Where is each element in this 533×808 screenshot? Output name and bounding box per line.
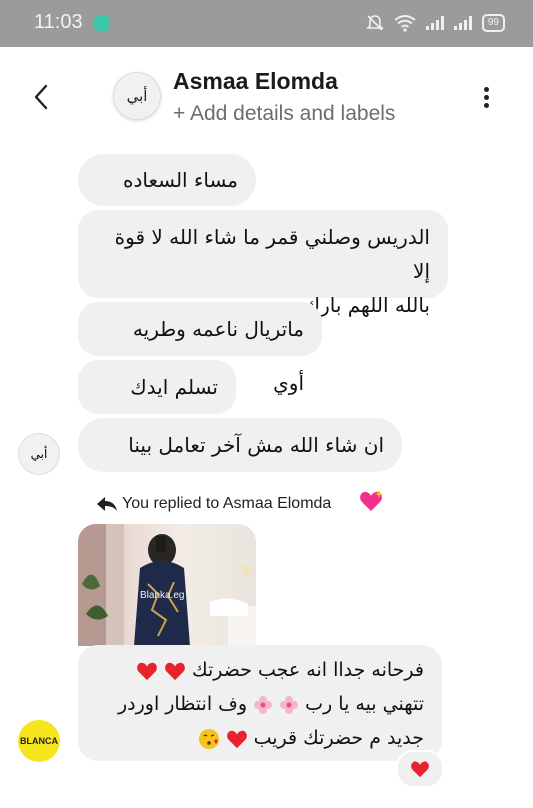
battery-indicator: 99 bbox=[481, 14, 505, 32]
message-bubble[interactable]: فرحانه جداا انه عجب حضرتك تتهني بيه يا ر… bbox=[78, 645, 442, 761]
photo-watermark: Blanka.eg bbox=[140, 590, 185, 601]
contact-avatar-small[interactable]: أبي bbox=[18, 433, 60, 475]
reaction-badge[interactable] bbox=[396, 750, 444, 788]
message-bubble[interactable]: ماتريال ناعمه وطريه أوي bbox=[78, 302, 322, 395]
contact-avatar[interactable]: أبي bbox=[113, 72, 161, 120]
message-bubble[interactable]: ان شاء الله مش آخر تعامل بينا bbox=[78, 418, 402, 511]
photo-image bbox=[78, 524, 256, 646]
chat-header: أبي Asmaa Elomda + Add details and label… bbox=[0, 47, 533, 147]
reply-indicator: You replied to Asmaa Elomda bbox=[96, 495, 331, 513]
contact-name[interactable]: Asmaa Elomda bbox=[173, 68, 338, 95]
reply-arrow-icon bbox=[97, 497, 117, 511]
sparkle-heart-icon bbox=[360, 489, 383, 511]
message-line: تتهني بيه يا رب وف انتظار اوردر bbox=[96, 687, 424, 721]
blossom-icon bbox=[280, 695, 299, 714]
blossom-icon bbox=[254, 695, 273, 714]
message-line: جديد م حضرتك قريب bbox=[96, 721, 424, 755]
message-text: جديد م حضرتك قريب bbox=[253, 727, 424, 749]
wifi-icon bbox=[394, 15, 416, 32]
heart-icon bbox=[165, 662, 185, 680]
status-time: 11:03 bbox=[34, 11, 83, 33]
kiss-emoji-icon bbox=[198, 728, 219, 749]
bell-off-icon bbox=[365, 15, 384, 31]
signal-icon bbox=[453, 16, 472, 30]
message-text: فرحانه جداا انه عجب حضرتك bbox=[191, 659, 424, 681]
status-bar: 11:03 99 bbox=[0, 0, 533, 47]
message-line: فرحانه جداا انه عجب حضرتك bbox=[96, 653, 424, 687]
message-bubble[interactable]: الدريس وصلني قمر ما شاء الله لا قوة إلا … bbox=[78, 210, 448, 317]
message-text: الدريس وصلني قمر ما شاء الله لا قوة إلا bbox=[114, 225, 430, 283]
message-text: تتهني بيه يا رب bbox=[305, 693, 424, 715]
message-text: وف انتظار اوردر bbox=[117, 693, 248, 715]
message-bubble[interactable]: مساء السعاده bbox=[78, 154, 256, 244]
app-notification-icon bbox=[94, 15, 110, 31]
brand-avatar[interactable]: BLANCA bbox=[18, 720, 60, 762]
reply-label: You replied to Asmaa Elomda bbox=[122, 495, 332, 512]
message-bubble[interactable]: تسلم ايدك بجد bbox=[78, 360, 236, 453]
heart-icon bbox=[137, 662, 157, 680]
message-text: مساء السعاده bbox=[122, 168, 238, 192]
signal-icon bbox=[425, 16, 444, 30]
back-icon[interactable] bbox=[30, 83, 54, 111]
status-icons: 99 bbox=[365, 12, 505, 34]
message-text: ان شاء الله مش آخر تعامل بينا bbox=[128, 433, 384, 457]
heart-icon bbox=[411, 761, 429, 778]
replied-photo[interactable]: Blanka.eg bbox=[78, 524, 256, 646]
add-details-link[interactable]: + Add details and labels bbox=[173, 102, 395, 126]
heart-icon bbox=[226, 730, 247, 748]
more-icon[interactable] bbox=[484, 87, 492, 111]
